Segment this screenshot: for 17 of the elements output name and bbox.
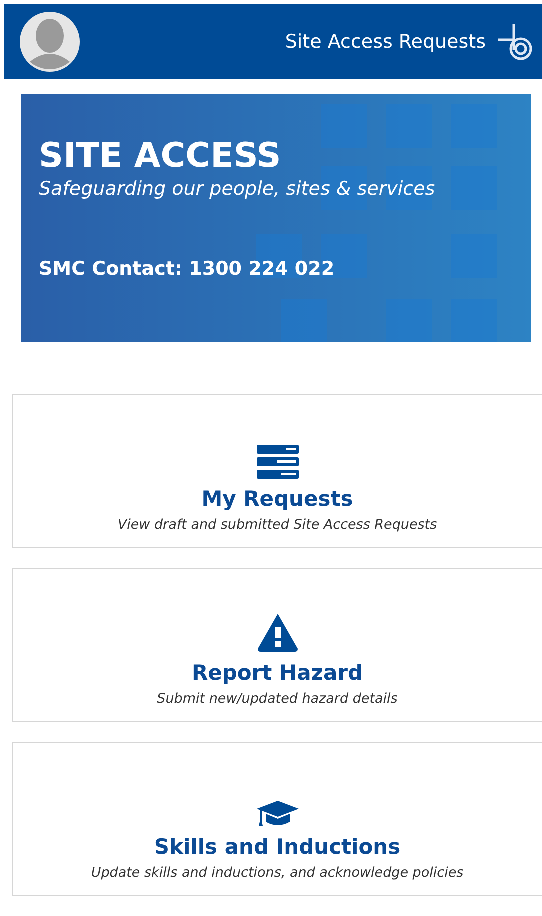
banner-subtitle: Safeguarding our people, sites & services bbox=[39, 178, 436, 200]
card-description: View draft and submitted Site Access Requests bbox=[118, 517, 438, 533]
card-description: Update skills and inductions, and acknowledge policies bbox=[91, 865, 464, 881]
warning-icon bbox=[256, 613, 298, 653]
avatar-icon[interactable] bbox=[20, 12, 80, 72]
card-description: Submit new/updated hazard details bbox=[157, 691, 398, 707]
contact-number: SMC Contact: 1300 224 022 bbox=[39, 258, 336, 280]
menu-card[interactable]: Report Hazard Submit new/updated hazard details bbox=[12, 568, 542, 722]
card-title: My Requests bbox=[202, 487, 354, 511]
banner-title: SITE ACCESS bbox=[39, 136, 282, 176]
list-icon bbox=[256, 445, 298, 479]
menu-card[interactable]: Skills and Inductions Update skills and inductions, and acknowledge policies bbox=[12, 742, 542, 896]
graduation-cap-icon bbox=[256, 801, 298, 827]
menu-card[interactable]: My Requests View draft and submitted Site Access Requests bbox=[12, 394, 542, 548]
card-title: Skills and Inductions bbox=[154, 835, 401, 859]
app-title: Site Access Requests bbox=[285, 30, 486, 52]
card-title: Report Hazard bbox=[192, 661, 364, 685]
